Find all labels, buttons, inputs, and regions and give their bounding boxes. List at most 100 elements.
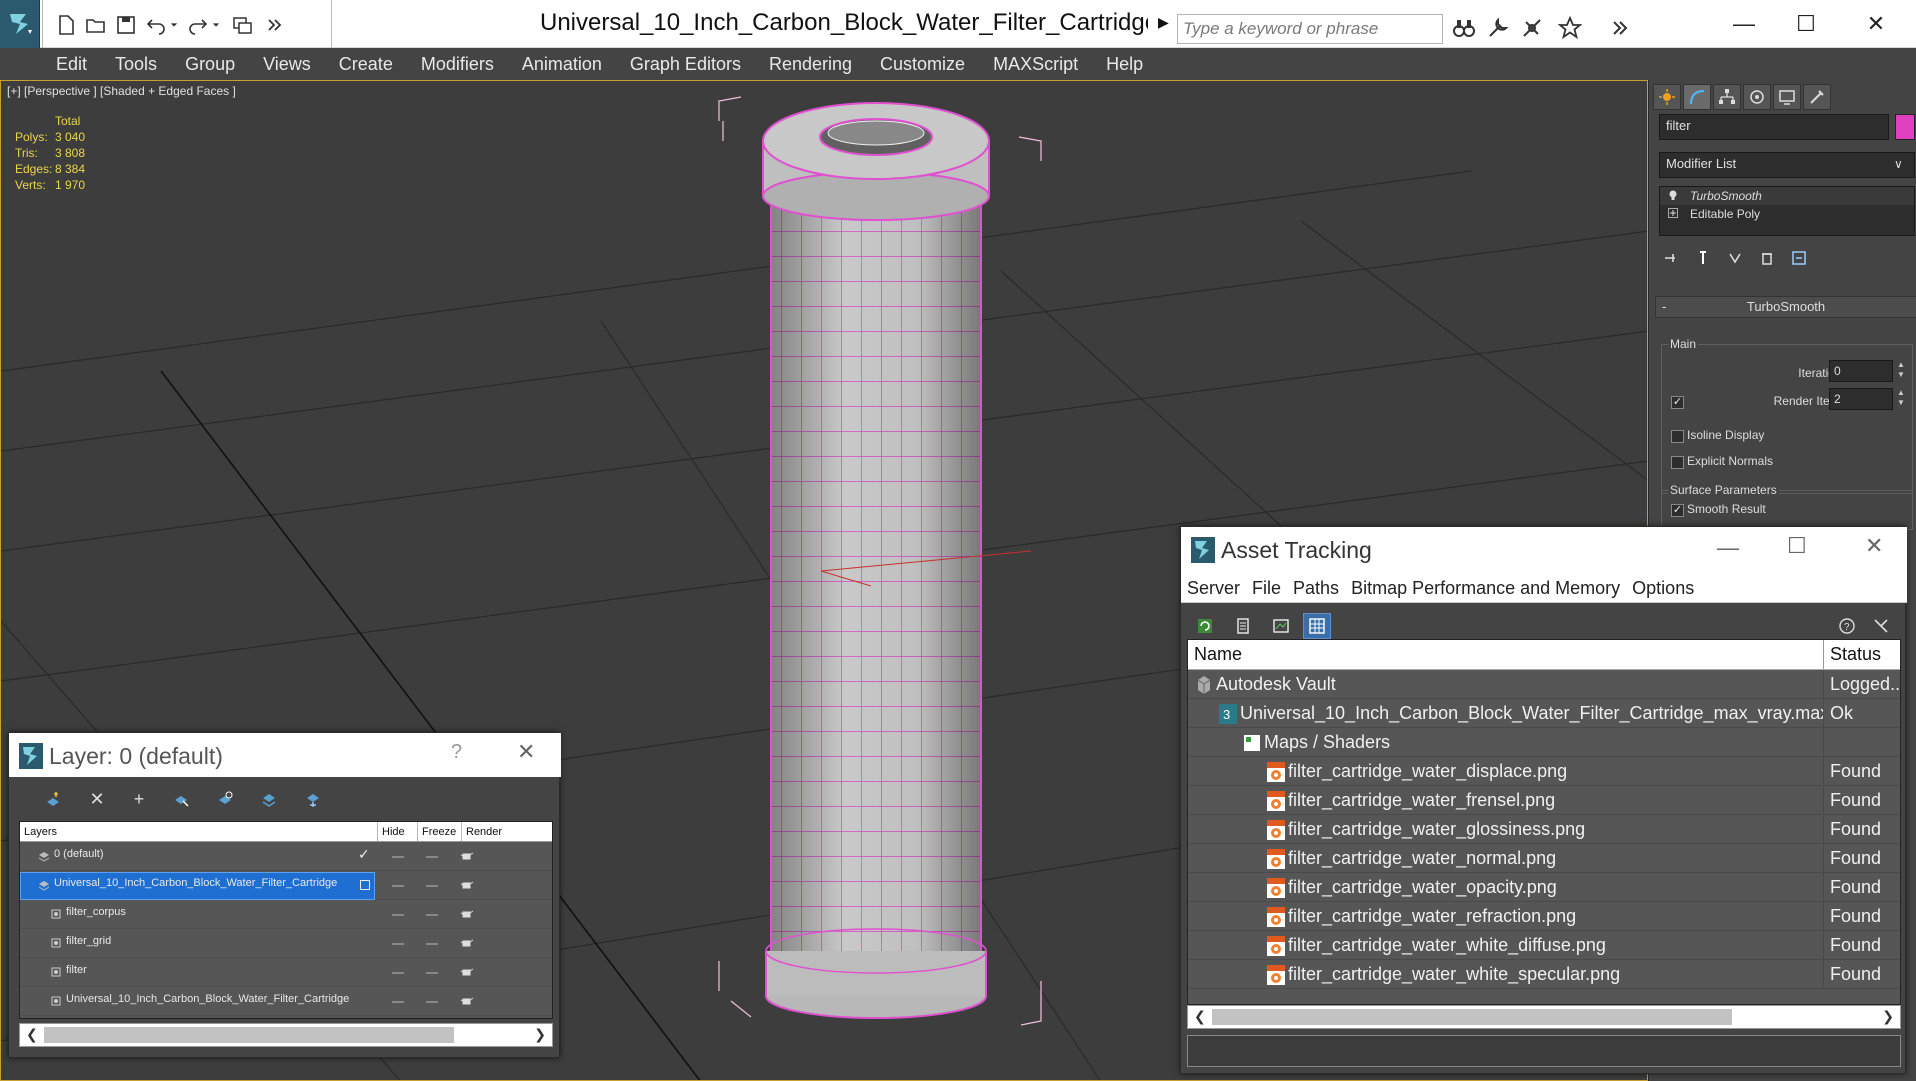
asset-table-row[interactable]: filter_cartridge_water_white_specular.pn… [1188, 960, 1900, 989]
menu-views[interactable]: Views [263, 48, 311, 80]
new-file-icon[interactable] [53, 12, 79, 38]
close-icon[interactable]: ✕ [1865, 533, 1883, 559]
help-icon[interactable]: ? [1833, 613, 1861, 639]
lightbulb-icon[interactable] [1668, 190, 1678, 200]
asset-table-row[interactable]: filter_cartridge_water_white_diffuse.png… [1188, 931, 1900, 960]
asset-table-row[interactable]: 3 Universal_10_Inch_Carbon_Block_Water_Fi… [1188, 699, 1900, 728]
layer-row[interactable]: Universal_10_Inch_Carbon_Block_Water_Fil… [20, 871, 552, 900]
explicit-normals-checkbox[interactable] [1671, 456, 1684, 469]
save-icon[interactable] [113, 12, 139, 38]
layer-row[interactable]: Universal_10_Inch_Carbon_Block_Water_Fil… [20, 987, 552, 1016]
freeze-all-layers-icon[interactable] [301, 787, 325, 811]
scroll-right-icon[interactable]: ❯ [534, 1026, 546, 1043]
minimize-icon[interactable]: — [1717, 535, 1739, 561]
hide-toggle[interactable] [392, 914, 404, 916]
select-in-layer-icon[interactable] [169, 787, 193, 811]
utilities-tab-icon[interactable] [1803, 84, 1831, 110]
stack-item-editable-poly[interactable]: Editable Poly [1660, 205, 1914, 223]
layer-row[interactable]: filter [20, 958, 552, 987]
modifier-list-dropdown[interactable]: Modifier List ∨ [1659, 152, 1915, 178]
asset-table-row[interactable]: filter_cartridge_water_glossiness.png Fou… [1188, 815, 1900, 844]
asset-table-row[interactable]: Autodesk Vault Logged... [1188, 670, 1900, 699]
iterations-spinner[interactable]: 0 [1829, 360, 1893, 382]
hierarchy-tab-icon[interactable] [1713, 84, 1741, 110]
search-expand-icon[interactable]: ▶ [1158, 14, 1172, 38]
redo-dropdown-icon[interactable] [209, 12, 223, 38]
new-layer-icon[interactable] [41, 787, 65, 811]
menu-graph-editors[interactable]: Graph Editors [630, 48, 741, 80]
menu-create[interactable]: Create [339, 48, 393, 80]
scroll-left-icon[interactable]: ❮ [26, 1026, 38, 1043]
teapot-render-icon[interactable] [460, 880, 474, 890]
scrollbar-thumb[interactable] [44, 1027, 454, 1043]
context-help-icon[interactable] [1867, 613, 1895, 639]
column-layers[interactable]: Layers [20, 822, 378, 841]
turbosmooth-rollout-header[interactable]: - TurboSmooth [1655, 296, 1916, 318]
teapot-render-icon[interactable] [460, 996, 474, 1006]
close-icon[interactable]: ✕ [1846, 6, 1906, 42]
make-unique-icon[interactable] [1725, 248, 1745, 268]
menu-maxscript[interactable]: MAXScript [993, 48, 1078, 80]
favorites-star-icon[interactable] [1556, 14, 1584, 42]
asset-table-row[interactable]: filter_cartridge_water_opacity.png Found [1188, 873, 1900, 902]
layer-row[interactable]: filter_corpus [20, 900, 552, 929]
freeze-toggle[interactable] [426, 943, 438, 945]
column-render[interactable]: Render [462, 822, 552, 841]
menu-file[interactable]: File [1252, 573, 1281, 602]
minimize-icon[interactable]: — [1714, 6, 1774, 42]
menu-edit[interactable]: Edit [56, 48, 87, 80]
expand-toolbar-icon[interactable] [1606, 14, 1634, 42]
maximize-icon[interactable]: ☐ [1787, 533, 1807, 559]
object-color-swatch[interactable] [1895, 114, 1915, 140]
scrollbar-thumb[interactable] [1212, 1009, 1732, 1025]
delete-layer-icon[interactable]: ✕ [85, 787, 109, 811]
spinner-arrows-icon[interactable]: ▲ ▼ [1897, 388, 1907, 410]
hide-toggle[interactable] [392, 943, 404, 945]
column-freeze[interactable]: Freeze [418, 822, 462, 841]
redo-icon[interactable] [185, 12, 211, 38]
freeze-toggle[interactable] [426, 856, 438, 858]
stack-item-turbosmooth[interactable]: TurboSmooth [1660, 187, 1914, 205]
menu-tools[interactable]: Tools [115, 48, 157, 80]
hide-toggle[interactable] [392, 972, 404, 974]
undo-dropdown-icon[interactable] [167, 12, 181, 38]
freeze-toggle[interactable] [426, 1001, 438, 1003]
menu-group[interactable]: Group [185, 48, 235, 80]
search-input[interactable]: Type a keyword or phrase [1177, 14, 1443, 44]
project-folder-icon[interactable] [229, 12, 255, 38]
open-folder-icon[interactable] [83, 12, 109, 38]
menu-animation[interactable]: Animation [522, 48, 602, 80]
current-layer-check-icon[interactable]: ✓ [358, 846, 370, 863]
menu-help[interactable]: Help [1106, 48, 1143, 80]
hide-toggle[interactable] [392, 856, 404, 858]
modify-tab-icon[interactable] [1683, 84, 1711, 110]
list-view-icon[interactable] [1229, 613, 1257, 639]
object-name-field[interactable]: filter [1659, 114, 1889, 140]
viewport-label[interactable]: [+] [Perspective ] [Shaded + Edged Faces… [7, 84, 236, 98]
freeze-toggle[interactable] [426, 885, 438, 887]
isoline-display-checkbox[interactable] [1671, 430, 1684, 443]
asset-table-row[interactable]: filter_cartridge_water_frensel.png Found [1188, 786, 1900, 815]
asset-table-row[interactable]: filter_cartridge_water_normal.png Found [1188, 844, 1900, 873]
hide-all-layers-icon[interactable] [257, 787, 281, 811]
motion-tab-icon[interactable] [1743, 84, 1771, 110]
freeze-toggle[interactable] [426, 972, 438, 974]
menu-server[interactable]: Server [1187, 573, 1240, 602]
asset-table-row[interactable]: filter_cartridge_water_displace.png Found [1188, 757, 1900, 786]
subscription-icon[interactable] [1518, 14, 1546, 42]
menu-rendering[interactable]: Rendering [769, 48, 852, 80]
expand-plus-icon[interactable] [1668, 208, 1678, 218]
freeze-toggle[interactable] [426, 914, 438, 916]
menu-customize[interactable]: Customize [880, 48, 965, 80]
smooth-result-checkbox[interactable]: ✓ [1671, 504, 1684, 517]
binoculars-icon[interactable] [1450, 14, 1478, 42]
table-view-icon[interactable] [1303, 613, 1331, 639]
highlight-layer-icon[interactable] [213, 787, 237, 811]
display-tab-icon[interactable] [1773, 84, 1801, 110]
column-status[interactable]: Status [1824, 640, 1887, 669]
pin-stack-icon[interactable] [1661, 248, 1681, 268]
teapot-render-icon[interactable] [460, 967, 474, 977]
teapot-render-icon[interactable] [460, 938, 474, 948]
asset-horizontal-scrollbar[interactable]: ❮ ❯ [1187, 1005, 1901, 1029]
configure-sets-icon[interactable] [1789, 248, 1809, 268]
